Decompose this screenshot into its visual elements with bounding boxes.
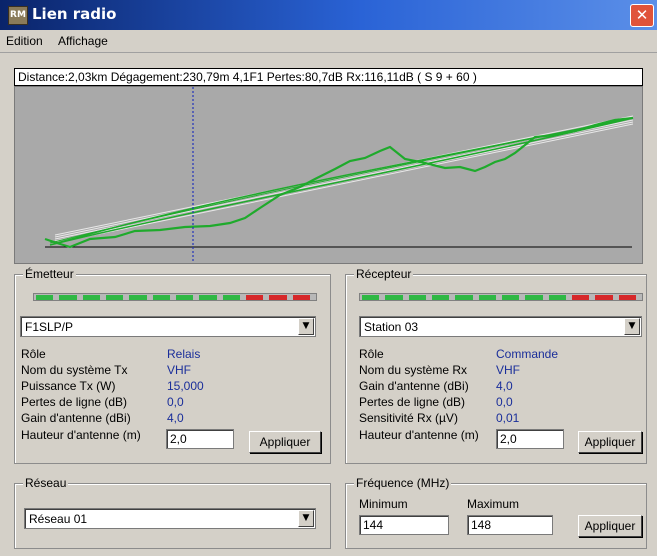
meter-segment: [432, 295, 450, 300]
receiver-group: Récepteur Station 03 ▼ Rôle Commande Nom…: [345, 267, 647, 464]
emitter-gain-label: Gain d'antenne (dBi): [21, 411, 131, 425]
frequency-max-label: Maximum: [467, 497, 520, 511]
frequency-min-label: Minimum: [359, 497, 408, 511]
meter-segment: [455, 295, 473, 300]
meter-segment: [478, 295, 496, 300]
chevron-down-icon[interactable]: ▼: [624, 318, 640, 335]
emitter-station-value: F1SLP/P: [25, 320, 74, 334]
emitter-gain-value: 4,0: [167, 411, 184, 425]
network-group: Réseau Réseau 01 ▼: [14, 476, 331, 549]
meter-segment: [176, 295, 194, 300]
meter-segment: [292, 295, 310, 300]
receiver-gain-label: Gain d'antenne (dBi): [359, 379, 469, 393]
menu-affichage[interactable]: Affichage: [58, 34, 108, 48]
frequency-legend: Fréquence (MHz): [354, 476, 452, 490]
receiver-sensitivity-label: Sensitivité Rx (µV): [359, 411, 458, 425]
chevron-down-icon[interactable]: ▼: [298, 510, 314, 527]
meter-segment: [59, 295, 77, 300]
meter-segment: [595, 295, 613, 300]
receiver-gain-value: 4,0: [496, 379, 513, 393]
receiver-legend: Récepteur: [354, 267, 414, 281]
emitter-system-value: VHF: [167, 363, 191, 377]
meter-segment: [199, 295, 217, 300]
frequency-max-input[interactable]: 148: [467, 515, 553, 535]
meter-segment: [222, 295, 240, 300]
meter-segment: [548, 295, 566, 300]
emitter-height-label: Hauteur d'antenne (m): [21, 428, 141, 442]
chevron-down-icon[interactable]: ▼: [298, 318, 314, 335]
meter-segment: [82, 295, 100, 300]
link-summary: Distance:2,03km Dégagement:230,79m 4,1F1…: [14, 68, 643, 86]
receiver-sensitivity-value: 0,01: [496, 411, 520, 425]
close-button[interactable]: ✕: [630, 4, 654, 27]
window-title: Lien radio: [32, 5, 117, 23]
meter-segment: [572, 295, 590, 300]
emitter-station-select[interactable]: F1SLP/P ▼: [20, 316, 316, 337]
meter-segment: [246, 295, 264, 300]
title-bar[interactable]: RM Lien radio ✕: [0, 0, 657, 30]
emitter-group: Émetteur F1SLP/P ▼ Rôle Relais Nom du sy…: [14, 267, 331, 464]
meter-segment: [502, 295, 520, 300]
receiver-height-input[interactable]: 2,0: [496, 429, 564, 449]
network-legend: Réseau: [23, 476, 69, 490]
emitter-role-label: Rôle: [21, 347, 46, 361]
meter-segment: [362, 295, 380, 300]
receiver-line-loss-label: Pertes de ligne (dB): [359, 395, 466, 409]
receiver-system-value: VHF: [496, 363, 520, 377]
emitter-legend: Émetteur: [23, 267, 76, 281]
network-value: Réseau 01: [29, 512, 88, 526]
receiver-role-value: Commande: [496, 347, 559, 361]
emitter-role-value: Relais: [167, 347, 201, 361]
meter-segment: [618, 295, 636, 300]
meter-segment: [525, 295, 543, 300]
emitter-line-loss-label: Pertes de ligne (dB): [21, 395, 128, 409]
meter-segment: [385, 295, 403, 300]
meter-segment: [129, 295, 147, 300]
meter-segment: [106, 295, 124, 300]
frequency-min-input[interactable]: 144: [359, 515, 449, 535]
terrain-profile: [14, 86, 643, 264]
receiver-signal-meter: [359, 293, 643, 301]
frequency-group: Fréquence (MHz) Minimum 144 Maximum 148 …: [345, 476, 647, 549]
menu-bar: Edition Affichage: [0, 30, 657, 53]
emitter-apply-button[interactable]: Appliquer: [249, 431, 321, 453]
emitter-height-input[interactable]: 2,0: [166, 429, 234, 449]
emitter-signal-meter: [33, 293, 317, 301]
receiver-system-label: Nom du système Rx: [359, 363, 468, 377]
receiver-apply-button[interactable]: Appliquer: [578, 431, 642, 453]
frequency-apply-button[interactable]: Appliquer: [578, 515, 642, 537]
meter-segment: [269, 295, 287, 300]
emitter-system-label: Nom du système Tx: [21, 363, 128, 377]
app-icon: RM: [8, 6, 28, 25]
emitter-power-value: 15,000: [167, 379, 204, 393]
receiver-height-label: Hauteur d'antenne (m): [359, 428, 479, 442]
profile-graphic: [44, 87, 634, 263]
network-select[interactable]: Réseau 01 ▼: [24, 508, 316, 529]
receiver-station-select[interactable]: Station 03 ▼: [359, 316, 642, 337]
receiver-role-label: Rôle: [359, 347, 384, 361]
meter-segment: [36, 295, 54, 300]
emitter-power-label: Puissance Tx (W): [21, 379, 116, 393]
menu-edition[interactable]: Edition: [6, 34, 43, 48]
meter-segment: [408, 295, 426, 300]
emitter-line-loss-value: 0,0: [167, 395, 184, 409]
receiver-station-value: Station 03: [364, 320, 419, 334]
meter-segment: [152, 295, 170, 300]
receiver-line-loss-value: 0,0: [496, 395, 513, 409]
